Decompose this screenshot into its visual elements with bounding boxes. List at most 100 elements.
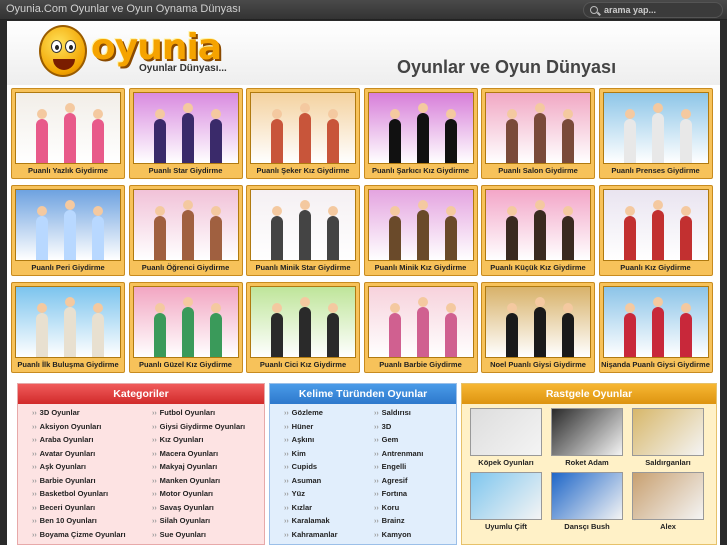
game-title[interactable]: Puanlı Şarkıcı Kız Giydirme (365, 166, 477, 175)
game-thumbnail[interactable] (602, 92, 709, 164)
category-link[interactable]: ›› Manken Oyunları (152, 476, 245, 490)
game-thumbnail[interactable] (602, 189, 709, 261)
category-link[interactable]: ›› Futbol Oyunları (152, 408, 245, 422)
keyword-link-label[interactable]: Hüner (292, 422, 314, 431)
game-card[interactable]: Puanlı Cici Kız Giydirme (246, 282, 360, 373)
keyword-link[interactable]: ›› Aşkını (284, 435, 338, 449)
random-game-title[interactable]: Alex (632, 522, 704, 531)
category-link-label[interactable]: Araba Oyunları (40, 435, 94, 444)
game-card[interactable]: Puanlı Star Giydirme (128, 88, 243, 179)
keyword-link[interactable]: ›› Cupids (284, 462, 338, 476)
game-title[interactable]: Puanlı Prenses Giydirme (600, 166, 712, 175)
game-title[interactable]: Puanlı Öğrenci Giydirme (130, 263, 242, 272)
game-thumbnail[interactable] (15, 92, 121, 164)
random-game-thumbnail[interactable] (632, 408, 704, 456)
game-thumbnail[interactable] (485, 92, 591, 164)
game-title[interactable]: Puanlı İlk Buluşma Giydirme (12, 360, 124, 369)
game-card[interactable]: Puanlı Salon Giydirme (481, 88, 595, 179)
random-game-title[interactable]: Dansçı Bush (551, 522, 623, 531)
game-title[interactable]: Nişanda Puanlı Giysi Giydirme (600, 360, 712, 369)
game-card[interactable]: Nişanda Puanlı Giysi Giydirme (598, 282, 713, 373)
game-thumbnail[interactable] (132, 92, 239, 164)
category-link-label[interactable]: Futbol Oyunları (160, 408, 215, 417)
category-link-label[interactable]: Sue Oyunları (160, 530, 206, 539)
search-icon[interactable] (590, 6, 598, 14)
category-link-label[interactable]: Beceri Oyunları (40, 503, 95, 512)
category-link-label[interactable]: Barbie Oyunları (40, 476, 96, 485)
game-card[interactable]: Puanlı Küçük Kız Giydirme (481, 185, 595, 276)
keyword-link-label[interactable]: Asuman (292, 476, 322, 485)
category-link[interactable]: ›› Giysi Giydirme Oyunları (152, 422, 245, 436)
keyword-link[interactable]: ›› Kim (284, 449, 338, 463)
game-thumbnail[interactable] (485, 189, 591, 261)
game-thumbnail[interactable] (485, 286, 591, 358)
game-card[interactable]: Noel Puanlı Giysi Giydirme (481, 282, 595, 373)
game-thumbnail[interactable] (602, 286, 709, 358)
game-thumbnail[interactable] (250, 189, 356, 261)
keyword-link-label[interactable]: Antrenmanı (382, 449, 424, 458)
category-link-label[interactable]: Aşk Oyunları (40, 462, 86, 471)
keyword-link[interactable]: ›› Brainz (374, 516, 423, 530)
game-title[interactable]: Puanlı Şeker Kız Giydirme (247, 166, 359, 175)
category-link[interactable]: ›› Beceri Oyunları (32, 503, 126, 517)
keyword-link[interactable]: ›› Gem (374, 435, 423, 449)
category-link[interactable]: ›› Makyaj Oyunları (152, 462, 245, 476)
game-title[interactable]: Puanlı Minik Kız Giydirme (365, 263, 477, 272)
category-link-label[interactable]: Manken Oyunları (160, 476, 220, 485)
keyword-link-label[interactable]: Gem (382, 435, 399, 444)
game-thumbnail[interactable] (132, 286, 239, 358)
category-link[interactable]: ›› Savaş Oyunları (152, 503, 245, 517)
game-thumbnail[interactable] (367, 286, 474, 358)
keyword-link-label[interactable]: Kahramanlar (292, 530, 338, 539)
random-game-card[interactable]: Alex (632, 472, 704, 531)
game-title[interactable]: Puanlı Barbie Giydirme (365, 360, 477, 369)
keyword-link[interactable]: ›› Kızlar (284, 503, 338, 517)
keyword-link[interactable]: ›› Asuman (284, 476, 338, 490)
random-game-title[interactable]: Uyumlu Çift (470, 522, 542, 531)
game-title[interactable]: Puanlı Peri Giydirme (12, 263, 124, 272)
game-card[interactable]: Puanlı Barbie Giydirme (363, 282, 478, 373)
category-link[interactable]: ›› 3D Oyunlar (32, 408, 126, 422)
category-link-label[interactable]: Macera Oyunları (160, 449, 218, 458)
game-thumbnail[interactable] (250, 286, 356, 358)
game-title[interactable]: Puanlı Star Giydirme (130, 166, 242, 175)
game-title[interactable]: Puanlı Minik Star Giydirme (247, 263, 359, 272)
category-link-label[interactable]: 3D Oyunlar (40, 408, 80, 417)
category-link-label[interactable]: Savaş Oyunları (160, 503, 214, 512)
category-link-label[interactable]: Makyaj Oyunları (160, 462, 218, 471)
keyword-link[interactable]: ›› Engelli (374, 462, 423, 476)
keyword-link[interactable]: ›› Yüz (284, 489, 338, 503)
site-logo[interactable]: oyunia Oyunlar Dünyası... (39, 25, 229, 81)
game-thumbnail[interactable] (15, 286, 121, 358)
game-card[interactable]: Puanlı Prenses Giydirme (598, 88, 713, 179)
game-card[interactable]: Puanlı Şarkıcı Kız Giydirme (363, 88, 478, 179)
keyword-link[interactable]: ›› Koru (374, 503, 423, 517)
keyword-link[interactable]: ›› 3D (374, 422, 423, 436)
category-link[interactable]: ›› Basketbol Oyunları (32, 489, 126, 503)
keyword-link-label[interactable]: Agresif (382, 476, 408, 485)
random-game-title[interactable]: Roket Adam (551, 458, 623, 467)
random-game-thumbnail[interactable] (470, 408, 542, 456)
keyword-link[interactable]: ›› Hüner (284, 422, 338, 436)
game-title[interactable]: Puanlı Yazlık Giydirme (12, 166, 124, 175)
keyword-link-label[interactable]: Saldırısı (382, 408, 411, 417)
game-title[interactable]: Puanlı Salon Giydirme (482, 166, 594, 175)
category-link-label[interactable]: Avatar Oyunları (40, 449, 96, 458)
keyword-link-label[interactable]: Yüz (292, 489, 305, 498)
category-link[interactable]: ›› Kız Oyunları (152, 435, 245, 449)
category-link[interactable]: ›› Sue Oyunları (152, 530, 245, 544)
keyword-link-label[interactable]: Fortına (382, 489, 407, 498)
keyword-link[interactable]: ›› Fortına (374, 489, 423, 503)
keyword-link-label[interactable]: 3D (382, 422, 392, 431)
keyword-link-label[interactable]: Cupids (292, 462, 317, 471)
category-link[interactable]: ›› Macera Oyunları (152, 449, 245, 463)
random-game-thumbnail[interactable] (470, 472, 542, 520)
category-link[interactable]: ›› Araba Oyunları (32, 435, 126, 449)
game-card[interactable]: Puanlı Kız Giydirme (598, 185, 713, 276)
keyword-link[interactable]: ›› Agresif (374, 476, 423, 490)
keyword-link-label[interactable]: Brainz (382, 516, 405, 525)
keyword-link-label[interactable]: Kim (292, 449, 306, 458)
category-link[interactable]: ›› Silah Oyunları (152, 516, 245, 530)
random-game-thumbnail[interactable] (551, 408, 623, 456)
keyword-link-label[interactable]: Kamyon (382, 530, 412, 539)
